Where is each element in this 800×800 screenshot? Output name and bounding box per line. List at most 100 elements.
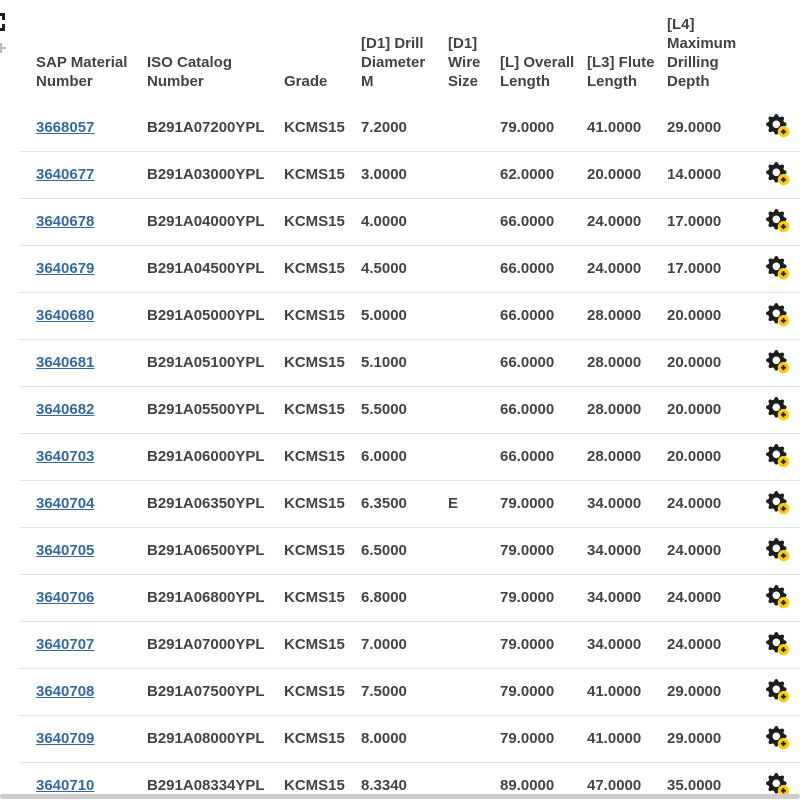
sap-material-link[interactable]: 3640679: [36, 260, 94, 277]
table-row: 3640679 B291A04500YPL KCMS15 4.5000 66.0…: [20, 245, 800, 292]
table-row: 3640703 B291A06000YPL KCMS15 6.0000 66.0…: [20, 433, 800, 480]
sap-material-link[interactable]: 3640706: [36, 589, 94, 606]
row-action-cell: [755, 480, 800, 527]
horizontal-scrollbar[interactable]: [0, 794, 800, 799]
grade-cell: KCMS15: [284, 621, 361, 668]
flute-length-cell: 24.0000: [587, 198, 667, 245]
drill-diameter-cell: 6.8000: [361, 574, 448, 621]
max-drilling-depth-cell: 24.0000: [667, 621, 755, 668]
sap-material-link[interactable]: 3640707: [36, 636, 94, 653]
wire-size-cell: E: [448, 480, 500, 527]
drill-diameter-cell: 6.3500: [361, 480, 448, 527]
column-header-drill-diameter: [D1] Drill Diameter M: [361, 0, 448, 104]
gear-plus-icon[interactable]: [765, 350, 791, 376]
sap-material-link[interactable]: 3640681: [36, 354, 94, 371]
column-header-max-drilling-depth: [L4] Maximum Drilling Depth: [667, 0, 755, 104]
grade-cell: KCMS15: [284, 151, 361, 198]
flute-length-cell: 28.0000: [587, 433, 667, 480]
sap-material-link[interactable]: 3640682: [36, 401, 94, 418]
max-drilling-depth-cell: 20.0000: [667, 433, 755, 480]
product-catalog-table: SAP Material Number ISO Catalog Number G…: [20, 0, 800, 800]
wire-size-cell: [448, 386, 500, 433]
sap-material-cell: 3640681: [20, 339, 147, 386]
gear-plus-icon[interactable]: [765, 114, 791, 140]
gear-plus-icon[interactable]: [765, 397, 791, 423]
fullscreen-bracket-icon: [0, 0, 10, 40]
sap-material-link[interactable]: 3640704: [36, 495, 94, 512]
overall-length-cell: 79.0000: [500, 621, 587, 668]
grade-cell: KCMS15: [284, 198, 361, 245]
sap-material-link[interactable]: 3640680: [36, 307, 94, 324]
wire-size-cell: [448, 339, 500, 386]
drill-diameter-cell: 7.0000: [361, 621, 448, 668]
max-drilling-depth-cell: 20.0000: [667, 292, 755, 339]
gear-plus-icon[interactable]: [765, 162, 791, 188]
column-header-sap-material-number: SAP Material Number: [20, 0, 147, 104]
sap-material-cell: 3640682: [20, 386, 147, 433]
sap-material-link[interactable]: 3640705: [36, 542, 94, 559]
grade-cell: KCMS15: [284, 104, 361, 151]
sap-material-cell: 3640704: [20, 480, 147, 527]
grade-cell: KCMS15: [284, 574, 361, 621]
sap-material-cell: 3640678: [20, 198, 147, 245]
gear-plus-icon[interactable]: [765, 444, 791, 470]
wire-size-cell: [448, 433, 500, 480]
row-action-cell: [755, 574, 800, 621]
flute-length-cell: 34.0000: [587, 480, 667, 527]
table-row: 3640682 B291A05500YPL KCMS15 5.5000 66.0…: [20, 386, 800, 433]
sap-material-cell: 3640709: [20, 715, 147, 762]
bracket-bottom-corner: [0, 24, 5, 31]
overall-length-cell: 66.0000: [500, 386, 587, 433]
sap-material-link[interactable]: 3640677: [36, 166, 94, 183]
row-action-cell: [755, 245, 800, 292]
flute-length-cell: 34.0000: [587, 574, 667, 621]
wire-size-cell: [448, 715, 500, 762]
gear-plus-icon[interactable]: [765, 585, 791, 611]
flute-length-cell: 34.0000: [587, 527, 667, 574]
overall-length-cell: 62.0000: [500, 151, 587, 198]
sap-material-link[interactable]: 3640703: [36, 448, 94, 465]
column-header-iso-catalog-number: ISO Catalog Number: [147, 0, 284, 104]
header-row: SAP Material Number ISO Catalog Number G…: [20, 0, 800, 104]
sap-material-link[interactable]: 3640708: [36, 683, 94, 700]
wire-size-cell: [448, 621, 500, 668]
drill-diameter-cell: 5.5000: [361, 386, 448, 433]
gear-plus-icon[interactable]: [765, 209, 791, 235]
grade-cell: KCMS15: [284, 668, 361, 715]
sap-material-cell: 3640679: [20, 245, 147, 292]
iso-catalog-cell: B291A04500YPL: [147, 245, 284, 292]
sap-material-link[interactable]: 3640678: [36, 213, 94, 230]
row-action-cell: [755, 292, 800, 339]
grade-cell: KCMS15: [284, 527, 361, 574]
max-drilling-depth-cell: 24.0000: [667, 574, 755, 621]
row-action-cell: [755, 198, 800, 245]
iso-catalog-cell: B291A05100YPL: [147, 339, 284, 386]
table-row: 3640707 B291A07000YPL KCMS15 7.0000 79.0…: [20, 621, 800, 668]
row-action-cell: [755, 621, 800, 668]
sap-material-link[interactable]: 3640710: [36, 777, 94, 794]
iso-catalog-cell: B291A07200YPL: [147, 104, 284, 151]
flute-length-cell: 41.0000: [587, 104, 667, 151]
iso-catalog-cell: B291A05500YPL: [147, 386, 284, 433]
row-action-cell: [755, 104, 800, 151]
sap-material-link[interactable]: 3668057: [36, 119, 94, 136]
gear-plus-icon[interactable]: [765, 679, 791, 705]
overall-length-cell: 79.0000: [500, 480, 587, 527]
max-drilling-depth-cell: 17.0000: [667, 245, 755, 292]
wire-size-cell: [448, 292, 500, 339]
sap-material-cell: 3640706: [20, 574, 147, 621]
gear-plus-icon[interactable]: [765, 632, 791, 658]
gear-plus-icon[interactable]: [765, 491, 791, 517]
gear-plus-icon[interactable]: [765, 726, 791, 752]
sap-material-link[interactable]: 3640709: [36, 730, 94, 747]
iso-catalog-cell: B291A06000YPL: [147, 433, 284, 480]
max-drilling-depth-cell: 20.0000: [667, 339, 755, 386]
gear-plus-icon[interactable]: [765, 538, 791, 564]
max-drilling-depth-cell: 29.0000: [667, 104, 755, 151]
grade-cell: KCMS15: [284, 292, 361, 339]
drill-diameter-cell: 4.5000: [361, 245, 448, 292]
flute-length-cell: 28.0000: [587, 292, 667, 339]
gear-plus-icon[interactable]: [765, 303, 791, 329]
gear-plus-icon[interactable]: [765, 256, 791, 282]
flute-length-cell: 20.0000: [587, 151, 667, 198]
